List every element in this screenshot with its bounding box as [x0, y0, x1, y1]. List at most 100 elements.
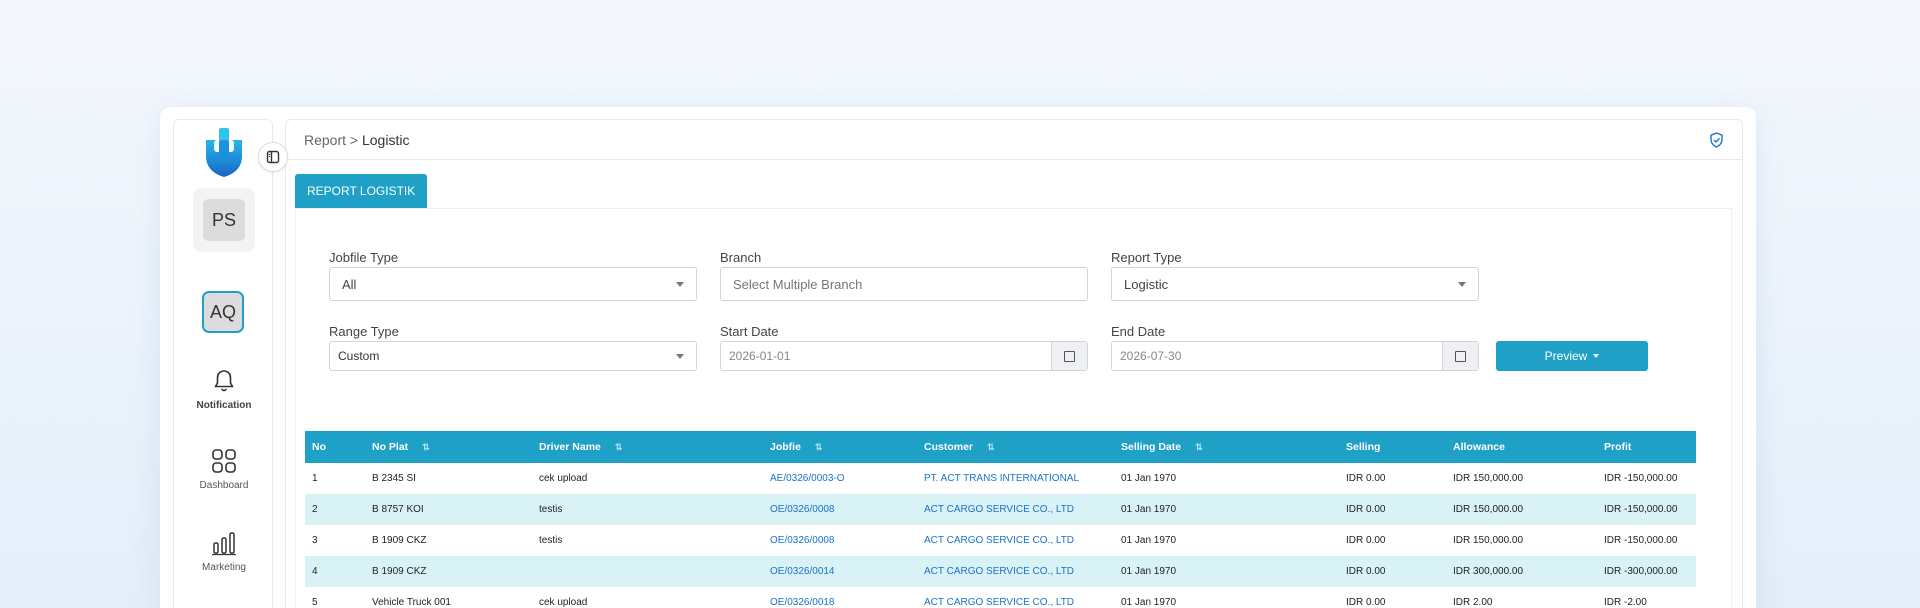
cell-no: 2 — [305, 494, 365, 525]
cell-selling-date: 01 Jan 1970 — [1121, 597, 1177, 608]
workspace-avatar[interactable]: AQ — [202, 291, 244, 333]
report-type-select[interactable]: Logistic — [1111, 267, 1479, 301]
app-logo[interactable] — [202, 126, 246, 178]
cell-allowance: IDR 150,000.00 — [1453, 473, 1524, 484]
preview-button[interactable]: Preview — [1496, 341, 1648, 371]
cell-selling: IDR 0.00 — [1339, 556, 1446, 587]
top-bar: Report > Logistic — [286, 120, 1742, 160]
sidebar-item-notification[interactable]: Notification — [174, 368, 274, 411]
cell-profit: IDR -300,000.00 — [1597, 556, 1696, 587]
cell-jobfile-link[interactable]: OE/0326/0018 — [763, 587, 917, 608]
cell-no-plat: Vehicle Truck 001 — [372, 597, 451, 608]
cell-selling: IDR 0.00 — [1346, 597, 1386, 608]
start-date-value: 2026-01-01 — [729, 349, 791, 363]
column-header-customer[interactable]: Customer ⇅ — [917, 431, 1114, 463]
cell-jobfile-link[interactable]: OE/0326/0008 — [763, 525, 917, 556]
cell-jobfile-link[interactable]: AE/0326/0003-O — [763, 463, 917, 494]
sidebar-collapse-button[interactable] — [258, 142, 288, 172]
sort-icon[interactable]: ⇅ — [815, 442, 822, 453]
table-row: 3 B 1909 CKZ testis OE/0326/0008 ACT CAR… — [305, 525, 1696, 556]
column-header-driver-name[interactable]: Driver Name ⇅ — [532, 431, 763, 463]
cell-selling-date: 01 Jan 1970 — [1121, 473, 1177, 484]
cell-allowance: IDR 150,000.00 — [1446, 494, 1597, 525]
cell-profit: IDR -150,000.00 — [1604, 535, 1678, 546]
start-date-calendar-button[interactable] — [1051, 342, 1087, 370]
end-date-label: End Date — [1111, 324, 1166, 339]
report-type-value: Logistic — [1124, 276, 1169, 292]
range-type-select[interactable]: Custom — [329, 341, 697, 371]
sort-icon[interactable]: ⇅ — [422, 442, 429, 453]
end-date-calendar-button[interactable] — [1442, 342, 1478, 370]
cell-customer-link[interactable]: ACT CARGO SERVICE CO., LTD — [917, 587, 1114, 608]
report-type-label: Report Type — [1111, 250, 1182, 265]
cell-selling: IDR 0.00 — [1346, 473, 1386, 484]
table-row: 2 B 8757 KOI testis OE/0326/0008 ACT CAR… — [305, 494, 1696, 525]
user-avatar-container[interactable]: PS — [193, 188, 255, 252]
cell-profit: IDR -2.00 — [1604, 597, 1647, 608]
chevron-down-icon — [1593, 354, 1600, 358]
sort-icon[interactable]: ⇅ — [987, 442, 994, 453]
start-date-input[interactable]: 2026-01-01 — [720, 341, 1088, 371]
start-date-label: Start Date — [720, 324, 779, 339]
preview-button-label: Preview — [1544, 349, 1588, 363]
sidebar-toggle-icon — [266, 150, 280, 164]
bell-icon — [214, 370, 234, 392]
jobfile-type-select[interactable]: All — [329, 267, 697, 301]
bar-chart-icon — [212, 532, 236, 556]
cell-customer-link[interactable]: ACT CARGO SERVICE CO., LTD — [917, 525, 1114, 556]
grid-icon — [212, 449, 236, 473]
cell-jobfile-link[interactable]: OE/0326/0014 — [763, 556, 917, 587]
end-date-value: 2026-07-30 — [1120, 349, 1182, 363]
cell-selling-date: 01 Jan 1970 — [1114, 556, 1339, 587]
jobfile-type-value: All — [342, 276, 357, 292]
sidebar-item-marketing[interactable]: Marketing — [174, 530, 274, 573]
sort-icon[interactable]: ⇅ — [615, 442, 622, 453]
sort-icon[interactable]: ⇅ — [1195, 442, 1202, 453]
cell-customer-link[interactable]: ACT CARGO SERVICE CO., LTD — [917, 494, 1114, 525]
cell-driver-name: cek upload — [539, 473, 588, 484]
column-header-selling: Selling — [1339, 431, 1446, 463]
shield-check-icon[interactable] — [1709, 131, 1724, 148]
sidebar: PS AQ Notification Dashboard Marketing — [173, 119, 288, 608]
jobfile-type-label: Jobfile Type — [329, 250, 399, 265]
sidebar-item-label: Notification — [196, 400, 252, 411]
cell-no: 3 — [312, 535, 318, 546]
cell-no-plat: B 2345 SI — [372, 473, 416, 484]
cell-no-plat: B 1909 CKZ — [372, 535, 427, 546]
tab-report-logistik[interactable]: REPORT LOGISTIK — [295, 174, 428, 208]
sidebar-item-dashboard[interactable]: Dashboard — [174, 448, 274, 491]
cell-selling: IDR 0.00 — [1346, 535, 1386, 546]
branch-label: Branch — [720, 250, 762, 265]
cell-no-plat: B 1909 CKZ — [365, 556, 532, 587]
cell-no: 5 — [312, 597, 318, 608]
column-header-selling-date[interactable]: Selling Date ⇅ — [1114, 431, 1339, 463]
column-header-jobfile[interactable]: Jobfie ⇅ — [763, 431, 917, 463]
cell-profit: IDR -150,000.00 — [1597, 494, 1696, 525]
sidebar-item-label: Marketing — [202, 562, 246, 573]
end-date-input[interactable]: 2026-07-30 — [1111, 341, 1479, 371]
cell-profit: IDR -150,000.00 — [1604, 473, 1678, 484]
cell-driver-name: testis — [532, 494, 763, 525]
cell-driver-name — [532, 556, 763, 587]
cell-customer-link[interactable]: ACT CARGO SERVICE CO., LTD — [917, 556, 1114, 587]
cell-no: 4 — [305, 556, 365, 587]
cell-no-plat: B 8757 KOI — [365, 494, 532, 525]
cell-selling-date: 01 Jan 1970 — [1121, 535, 1177, 546]
cell-allowance: IDR 150,000.00 — [1453, 535, 1524, 546]
branch-select[interactable]: Select Multiple Branch — [720, 267, 1088, 301]
table-header-row: No No Plat ⇅ Driver Name ⇅ Jobfie ⇅ Custome… — [305, 431, 1696, 463]
breadcrumb-parent[interactable]: Report > — [304, 132, 358, 148]
cell-jobfile-link[interactable]: OE/0326/0008 — [763, 494, 917, 525]
chevron-down-icon — [676, 354, 684, 359]
range-type-label: Range Type — [329, 324, 399, 339]
column-header-no: No — [305, 431, 365, 463]
range-type-value: Custom — [338, 349, 380, 363]
cell-driver-name: testis — [539, 535, 563, 546]
calendar-icon — [1455, 350, 1466, 362]
cell-customer-link[interactable]: PT. ACT TRANS INTERNATIONAL — [917, 463, 1114, 494]
user-avatar[interactable]: PS — [203, 199, 245, 241]
column-header-no-plat[interactable]: No Plat ⇅ — [365, 431, 532, 463]
column-header-allowance: Allowance — [1446, 431, 1597, 463]
chevron-down-icon — [676, 282, 684, 287]
sidebar-item-label: Dashboard — [199, 480, 249, 491]
